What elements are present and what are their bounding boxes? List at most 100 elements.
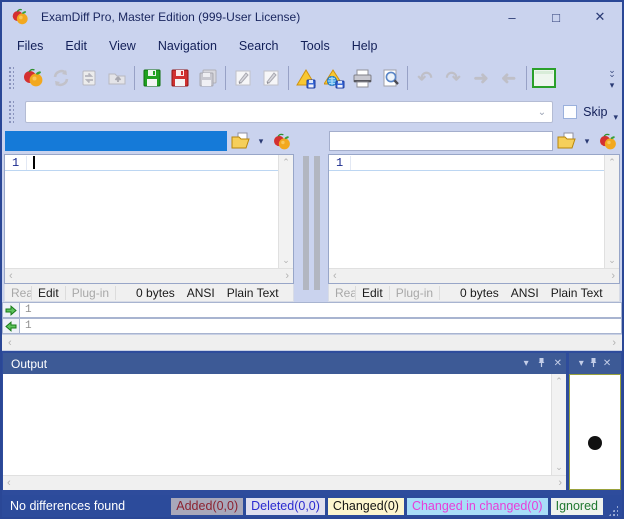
second-file-path-field[interactable] [329, 131, 553, 151]
app-logo-fruit-icon[interactable] [11, 8, 29, 26]
scroll-left-icon[interactable]: ‹ [8, 337, 12, 349]
copy-to-right-button[interactable] [2, 302, 19, 318]
previous-difference-button[interactable]: ➜ [495, 64, 523, 92]
merge-line-field[interactable]: 1 [19, 302, 622, 318]
scroll-left-icon[interactable]: ‹ [9, 270, 13, 282]
second-editor-horizontal-scrollbar[interactable]: ‹ › [329, 268, 619, 283]
menu-navigation[interactable]: Navigation [147, 35, 228, 57]
read-mode-indicator[interactable]: Read [5, 286, 32, 300]
edit-first-file-button[interactable] [229, 64, 257, 92]
compare-button[interactable] [19, 64, 47, 92]
first-file-path-field[interactable] [5, 131, 227, 151]
save-second-file-button[interactable] [166, 64, 194, 92]
edit-mode-indicator[interactable]: Edit [356, 286, 390, 300]
format-indicator[interactable]: Plain Text [221, 286, 285, 300]
print-button[interactable] [348, 64, 376, 92]
scroll-up-icon[interactable]: ⌃ [282, 157, 290, 168]
pin-icon[interactable] [537, 357, 546, 371]
scroll-right-icon[interactable]: › [611, 270, 615, 282]
resize-grip[interactable] [608, 505, 618, 517]
minimize-icon[interactable]: – [490, 3, 534, 31]
read-mode-indicator[interactable]: Read [329, 286, 356, 300]
scroll-left-icon[interactable]: ‹ [7, 477, 11, 489]
first-editor-text[interactable]: 1 [5, 155, 278, 268]
output-vertical-scrollbar[interactable]: ⌃ ⌄ [551, 374, 566, 475]
first-overview-bar[interactable] [303, 156, 309, 290]
first-open-file-button[interactable] [229, 130, 253, 152]
scroll-up-icon[interactable]: ⌃ [555, 376, 563, 387]
output-horizontal-scrollbar[interactable]: ‹ › [3, 475, 566, 490]
first-compare-button[interactable] [269, 130, 293, 152]
second-overview-bar[interactable] [314, 156, 320, 290]
close-icon[interactable]: ✕ [578, 3, 622, 31]
panel-menu-icon[interactable]: ▾ [524, 358, 529, 369]
maximize-icon[interactable]: □ [534, 3, 578, 31]
options-combobox[interactable]: ⌄ [25, 101, 553, 123]
format-indicator[interactable]: Plain Text [545, 286, 609, 300]
line-number: 1 [329, 156, 351, 170]
first-editor[interactable]: 1 ⌃ ⌄ ‹ › [4, 154, 294, 284]
open-parent-folder-button[interactable] [103, 64, 131, 92]
menu-view[interactable]: View [98, 35, 147, 57]
plugin-indicator[interactable]: Plug-in [390, 286, 440, 300]
merge-horizontal-scrollbar[interactable]: ‹ › [2, 334, 622, 351]
next-difference-button[interactable]: ➜ [467, 64, 495, 92]
skip-label[interactable]: Skip [583, 105, 607, 119]
save-differences-as-web-page-button[interactable] [320, 64, 348, 92]
encoding-indicator[interactable]: ANSI [505, 286, 545, 300]
menu-edit[interactable]: Edit [54, 35, 98, 57]
open-file-dropdown-icon[interactable]: ▾ [581, 136, 593, 147]
second-compare-button[interactable] [595, 130, 619, 152]
menu-search[interactable]: Search [228, 35, 290, 57]
second-editor[interactable]: 1 ⌃ ⌄ ‹ › [328, 154, 620, 284]
menu-help[interactable]: Help [341, 35, 389, 57]
save-green-icon [142, 68, 162, 88]
first-editor-horizontal-scrollbar[interactable]: ‹ › [5, 268, 293, 283]
toolbar-options-dropdown-icon[interactable]: ▾ [610, 82, 615, 88]
edit-second-file-button[interactable] [257, 64, 285, 92]
scroll-down-icon[interactable]: ⌄ [555, 462, 563, 473]
panel-menu-icon[interactable]: ▾ [579, 358, 584, 369]
toolbar-grip[interactable] [8, 66, 14, 90]
scroll-right-icon[interactable]: › [285, 270, 289, 282]
scroll-down-icon[interactable]: ⌄ [282, 255, 290, 266]
encoding-indicator[interactable]: ANSI [181, 286, 221, 300]
redo-button[interactable]: ↷ [439, 64, 467, 92]
toolbar-overflow-icon[interactable]: ⌄⌄ [608, 68, 616, 76]
scroll-left-icon[interactable]: ‹ [333, 270, 337, 282]
second-open-file-button[interactable] [555, 130, 579, 152]
scroll-up-icon[interactable]: ⌃ [608, 157, 616, 168]
panes-layout-button[interactable] [530, 64, 558, 92]
scroll-right-icon[interactable]: › [612, 337, 616, 349]
swap-panes-button[interactable] [75, 64, 103, 92]
toolbar-grip[interactable] [8, 100, 14, 124]
scroll-right-icon[interactable]: › [558, 477, 562, 489]
save-differences-button[interactable] [292, 64, 320, 92]
output-panel-body[interactable]: ⌃ ⌄ ‹ › [3, 374, 566, 490]
first-editor-vertical-scrollbar[interactable]: ⌃ ⌄ [278, 155, 293, 268]
print-preview-button[interactable] [376, 64, 404, 92]
copy-to-left-button[interactable] [2, 318, 19, 334]
output-text-area[interactable] [3, 374, 551, 475]
open-file-dropdown-icon[interactable]: ▾ [255, 136, 267, 147]
scroll-down-icon[interactable]: ⌄ [608, 255, 616, 266]
menu-tools[interactable]: Tools [290, 35, 341, 57]
save-first-file-button[interactable] [138, 64, 166, 92]
output-panel-header[interactable]: Output ▾ ✕ [3, 353, 566, 374]
statistics-panel-header[interactable]: ▾ ✕ [569, 353, 621, 374]
save-all-button[interactable] [194, 64, 222, 92]
close-icon[interactable]: ✕ [554, 358, 562, 369]
second-editor-vertical-scrollbar[interactable]: ⌃ ⌄ [604, 155, 619, 268]
edit-mode-indicator[interactable]: Edit [32, 286, 66, 300]
pin-icon[interactable] [589, 357, 598, 371]
recompare-button[interactable] [47, 64, 75, 92]
plugin-indicator[interactable]: Plug-in [66, 286, 116, 300]
close-icon[interactable]: ✕ [603, 358, 611, 369]
skip-dropdown-icon[interactable]: ▾ [613, 114, 618, 120]
undo-button[interactable]: ↶ [411, 64, 439, 92]
second-editor-text[interactable]: 1 [329, 155, 604, 268]
menu-files[interactable]: Files [6, 35, 54, 57]
added-count-badge: Added(0,0) [171, 498, 243, 515]
skip-checkbox[interactable] [563, 105, 577, 119]
merge-line-field[interactable]: 1 [19, 318, 622, 334]
